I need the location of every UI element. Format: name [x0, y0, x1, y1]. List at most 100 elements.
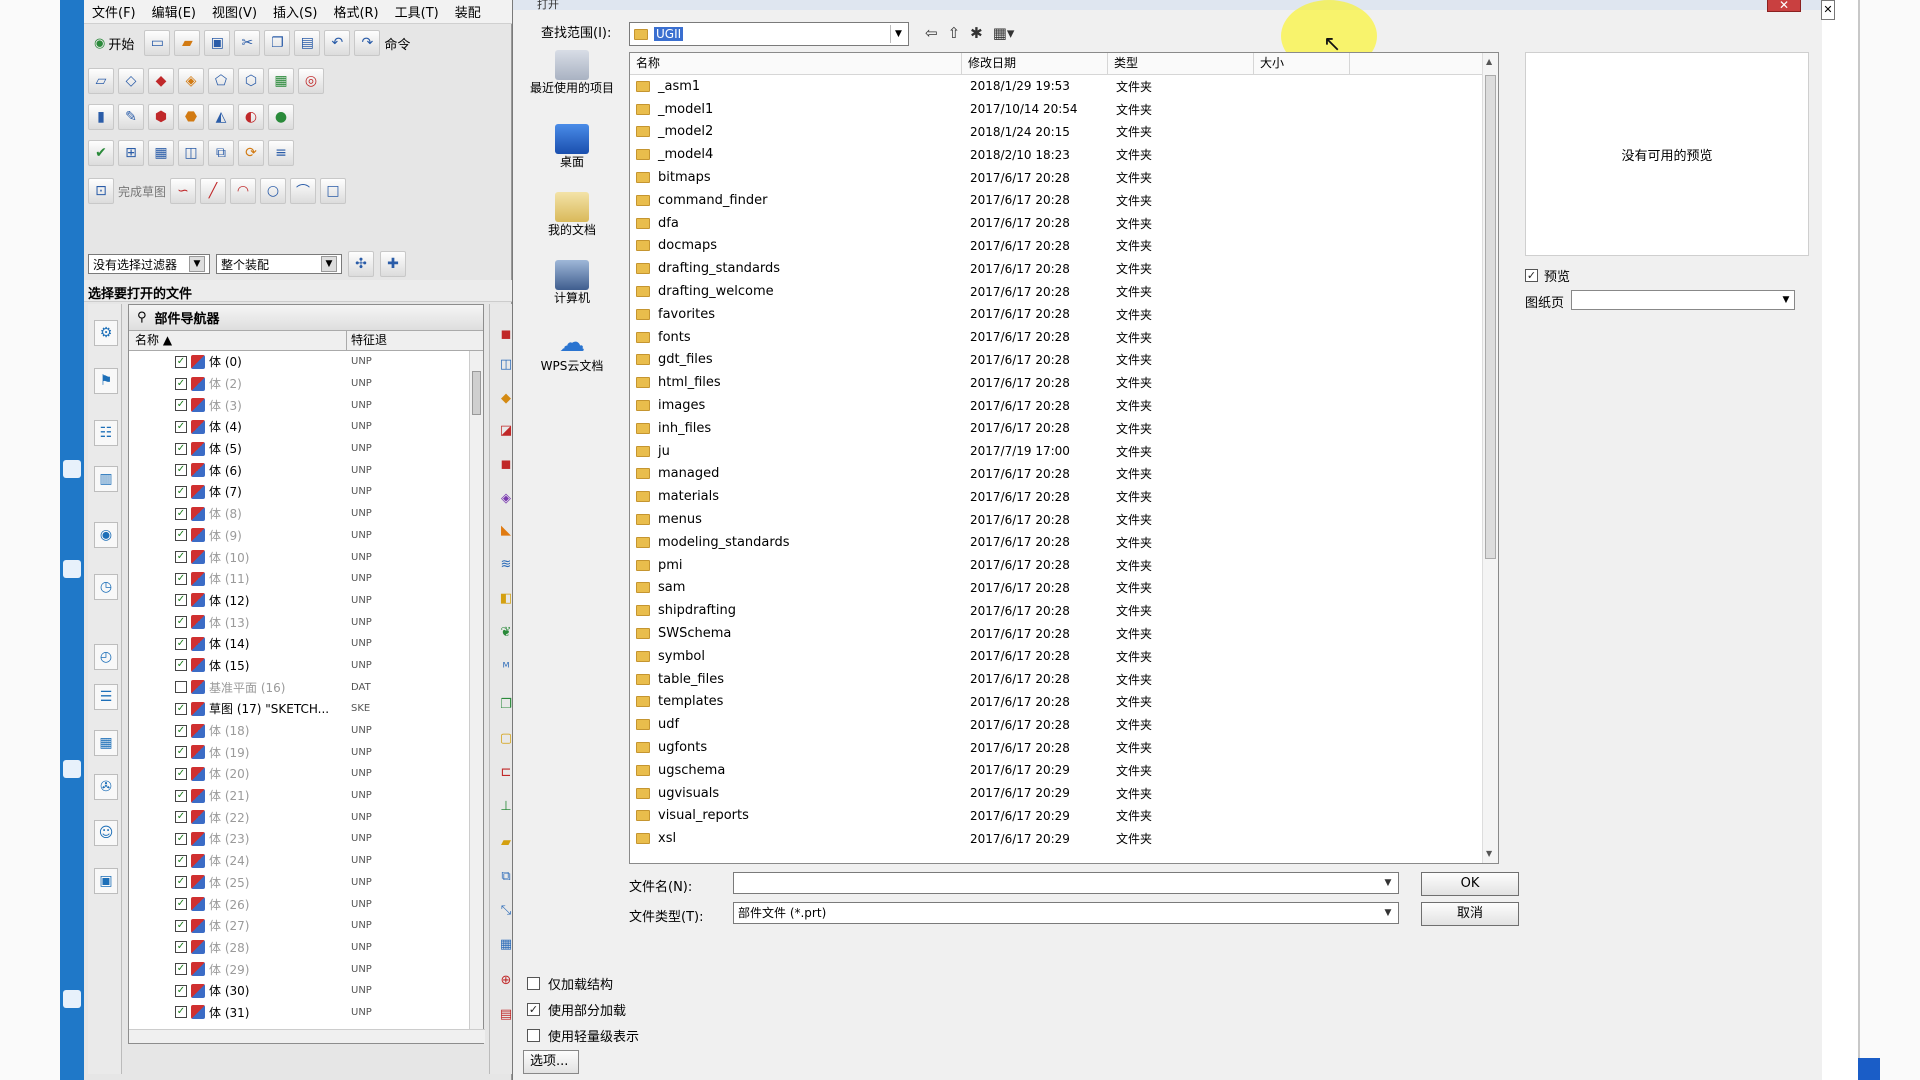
tools-icon[interactable]: ✇: [94, 774, 118, 800]
part-navigator-icon[interactable]: ☷: [94, 420, 118, 446]
scroll-thumb[interactable]: [472, 371, 481, 415]
table-row[interactable]: ✓ 体 (22) UNP: [129, 806, 483, 828]
column-name-header[interactable]: 名称 ▲: [129, 331, 347, 350]
list-item[interactable]: inh_files 2017/6/17 20:28 文件夹: [630, 417, 1498, 440]
chevron-down-icon[interactable]: ▼: [1380, 875, 1396, 891]
table-row[interactable]: ✓ 体 (9) UNP: [129, 525, 483, 547]
list-item[interactable]: html_files 2017/6/17 20:28 文件夹: [630, 371, 1498, 394]
list-item[interactable]: SWSchema 2017/6/17 20:28 文件夹: [630, 622, 1498, 645]
clock-icon[interactable]: ◴: [94, 644, 118, 670]
place-documents[interactable]: 我的文档: [527, 192, 617, 237]
list-item[interactable]: modeling_standards 2017/6/17 20:28 文件夹: [630, 531, 1498, 554]
list-item[interactable]: ugfonts 2017/6/17 20:28 文件夹: [630, 736, 1498, 759]
list-item[interactable]: pmi 2017/6/17 20:28 文件夹: [630, 554, 1498, 577]
shell-icon[interactable]: ◐: [238, 104, 264, 130]
surface-icon[interactable]: ⬡: [238, 68, 264, 94]
orient-icon[interactable]: ⟳: [238, 140, 264, 166]
list-item[interactable]: command_finder 2017/6/17 20:28 文件夹: [630, 189, 1498, 212]
chamfer-icon[interactable]: ◭: [208, 104, 234, 130]
table-row[interactable]: ✓ 体 (21) UNP: [129, 785, 483, 807]
menu-tools[interactable]: 工具(T): [387, 2, 447, 21]
checkbox-checked-icon[interactable]: ✓: [175, 724, 187, 737]
open-icon[interactable]: ▰: [174, 30, 201, 56]
rect-sketch-icon[interactable]: □: [320, 178, 347, 204]
table-row[interactable]: ✓ 草图 (17) "SKETCH... SKE: [129, 698, 483, 720]
pin-icon[interactable]: ⚲: [137, 310, 147, 325]
checkbox-unchecked-icon[interactable]: [175, 681, 187, 694]
partial-load-checkbox[interactable]: ✓ 使用部分加载: [527, 1000, 626, 1019]
checkbox-checked-icon[interactable]: ✓: [175, 507, 187, 520]
menu-edit[interactable]: 编辑(E): [144, 2, 204, 21]
grid-icon[interactable]: ▦: [148, 140, 174, 166]
lightweight-checkbox[interactable]: 使用轻量级表示: [527, 1026, 639, 1045]
checkbox-checked-icon[interactable]: ✓: [175, 767, 187, 780]
layer-icon[interactable]: ≡: [268, 140, 294, 166]
checkbox-checked-icon[interactable]: ✓: [175, 789, 187, 802]
table-row[interactable]: 基准平面 (16) DAT: [129, 676, 483, 698]
checkbox-checked-icon[interactable]: ✓: [175, 919, 187, 932]
selection-filter-dropdown[interactable]: 没有选择过滤器 ▼: [88, 254, 210, 274]
table-row[interactable]: ✓ 体 (0) UNP: [129, 351, 483, 373]
table-row[interactable]: ✓ 体 (31) UNP: [129, 1002, 483, 1024]
list-item[interactable]: _asm1 2018/1/29 19:53 文件夹: [630, 75, 1498, 98]
file-type-dropdown[interactable]: 部件文件 (*.prt) ▼: [733, 902, 1399, 924]
preview-checkbox[interactable]: ✓ 预览: [1525, 266, 1570, 285]
extrude-icon[interactable]: ◆: [148, 68, 174, 94]
checkbox-checked-icon[interactable]: ✓: [175, 854, 187, 867]
checkbox-checked-icon[interactable]: ✓: [175, 637, 187, 650]
menu-file[interactable]: 文件(F): [84, 2, 144, 21]
fillet-icon[interactable]: ⌒: [290, 178, 317, 204]
checkbox-checked-icon[interactable]: ✓: [175, 529, 187, 542]
list-item[interactable]: templates 2017/6/17 20:28 文件夹: [630, 691, 1498, 714]
copy-icon[interactable]: ❐: [264, 30, 291, 56]
table-row[interactable]: ✓ 体 (27) UNP: [129, 915, 483, 937]
checkbox-checked-icon[interactable]: ✓: [175, 659, 187, 672]
table-row[interactable]: ✓ 体 (26) UNP: [129, 893, 483, 915]
measure-icon[interactable]: ⊞: [118, 140, 144, 166]
arc-icon[interactable]: ◠: [230, 178, 257, 204]
save-icon[interactable]: ▣: [204, 30, 231, 56]
revolve-icon[interactable]: ◈: [178, 68, 204, 94]
table-row[interactable]: ✓ 体 (11) UNP: [129, 568, 483, 590]
list-item[interactable]: bitmaps 2017/6/17 20:28 文件夹: [630, 166, 1498, 189]
taskbar-app-icon[interactable]: [63, 460, 81, 478]
list-item[interactable]: shipdrafting 2017/6/17 20:28 文件夹: [630, 599, 1498, 622]
roles-icon[interactable]: ☺: [94, 820, 118, 846]
list-item[interactable]: _model4 2018/2/10 18:23 文件夹: [630, 143, 1498, 166]
list-item[interactable]: _model1 2017/10/14 20:54 文件夹: [630, 98, 1498, 121]
constraint-navigator-icon[interactable]: ⚑: [94, 368, 118, 394]
ok-button[interactable]: OK: [1421, 872, 1519, 896]
command-finder-button[interactable]: 命令: [384, 34, 410, 53]
table-row[interactable]: ✓ 体 (6) UNP: [129, 459, 483, 481]
snap-icon[interactable]: ✣: [348, 251, 374, 277]
table-row[interactable]: ✓ 体 (8) UNP: [129, 503, 483, 525]
table-row[interactable]: ✓ 体 (5) UNP: [129, 438, 483, 460]
checkbox-checked-icon[interactable]: ✓: [175, 984, 187, 997]
cut-icon[interactable]: ✂: [234, 30, 261, 56]
history-icon[interactable]: ◷: [94, 574, 118, 600]
reuse-library-icon[interactable]: ▥: [94, 466, 118, 492]
menu-format[interactable]: 格式(R): [325, 2, 386, 21]
list-item[interactable]: sam 2017/6/17 20:28 文件夹: [630, 577, 1498, 600]
assembly-navigator-icon[interactable]: ⚙: [94, 320, 118, 346]
new-icon[interactable]: ▭: [144, 30, 171, 56]
list-item[interactable]: _model2 2018/1/24 20:15 文件夹: [630, 121, 1498, 144]
column-type-header[interactable]: 类型: [1108, 53, 1254, 74]
menu-insert[interactable]: 插入(S): [265, 2, 325, 21]
menu-assembly[interactable]: 装配: [447, 2, 489, 21]
redo-icon[interactable]: ↷: [354, 30, 381, 56]
finish-sketch-button[interactable]: 完成草图: [118, 183, 166, 200]
checkbox-checked-icon[interactable]: ✓: [175, 594, 187, 607]
list-item[interactable]: dfa 2017/6/17 20:28 文件夹: [630, 212, 1498, 235]
pen-icon[interactable]: ✎: [118, 104, 144, 130]
sheet-dropdown[interactable]: ▼: [1571, 290, 1795, 310]
column-feature-header[interactable]: 特征退: [347, 331, 483, 350]
vertical-scrollbar[interactable]: [469, 351, 483, 1031]
place-wps-cloud[interactable]: ☁ WPS云文档: [527, 328, 617, 373]
column-date-header[interactable]: 修改日期: [962, 53, 1108, 74]
checkbox-checked-icon[interactable]: ✓: [175, 832, 187, 845]
checkbox-checked-icon[interactable]: ✓: [175, 898, 187, 911]
palette-icon[interactable]: ▦: [94, 730, 118, 756]
place-recent[interactable]: 最近使用的项目: [527, 50, 617, 95]
table-row[interactable]: ✓ 体 (30) UNP: [129, 980, 483, 1002]
